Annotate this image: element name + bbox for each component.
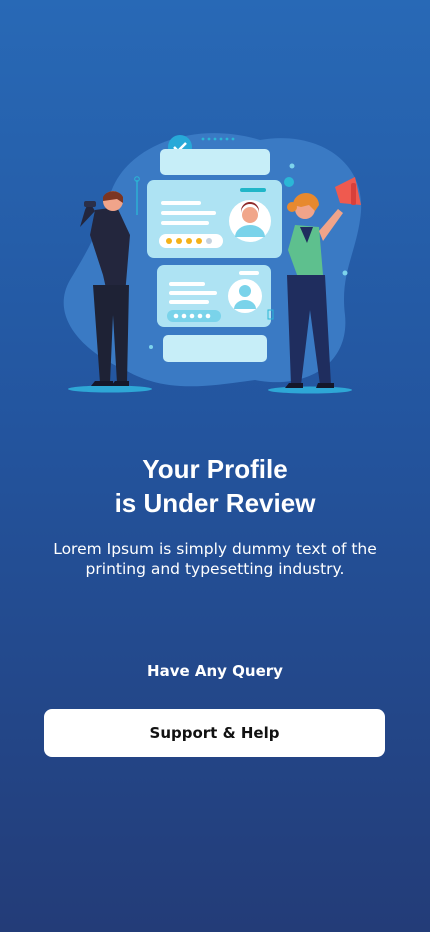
support-help-button[interactable]: Support & Help xyxy=(44,709,385,757)
title-line-1: Your Profile xyxy=(142,454,288,484)
review-description: Lorem Ipsum is simply dummy text of the … xyxy=(53,540,377,578)
title-line-2: is Under Review xyxy=(114,488,316,518)
profile-review-illustration-icon xyxy=(55,125,375,400)
query-label: Have Any Query xyxy=(147,662,283,680)
page-title: Your Profile is Under Review xyxy=(0,452,430,520)
